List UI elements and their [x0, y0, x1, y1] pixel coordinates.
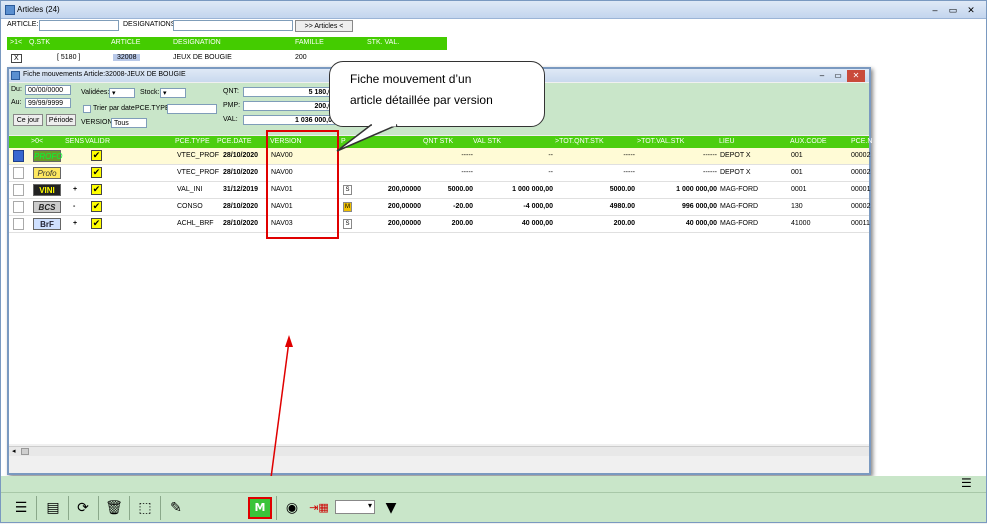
refresh-icon[interactable]: ⟳	[71, 497, 95, 519]
view-icon[interactable]: ◉	[280, 497, 304, 519]
settings-sliders-icon[interactable]: ☰	[961, 476, 972, 490]
status-bar: ☰	[1, 476, 986, 492]
toolbar-separator	[98, 496, 99, 520]
edit-icon[interactable]: ✎	[164, 497, 188, 519]
toolbar-select[interactable]: ▾	[335, 500, 375, 514]
articles-window: Articles (24) – ▭ ✕ ARTICLE: DESIGNATION…	[0, 0, 987, 523]
callout-tail	[336, 123, 398, 152]
delete-icon[interactable]: 🗑	[102, 497, 126, 519]
toolbar-separator	[276, 496, 277, 520]
toolbar-separator	[160, 496, 161, 520]
toolbar-separator	[68, 496, 69, 520]
print-icon[interactable]: ▤	[41, 497, 65, 519]
filter-icon[interactable]: ▼	[379, 497, 403, 519]
export-grid-icon[interactable]: ⇥▦	[307, 497, 331, 519]
toolbar-separator	[129, 496, 130, 520]
toolbar-separator	[36, 496, 37, 520]
select-icon[interactable]: ⬚	[133, 497, 157, 519]
bottom-toolbar: ☰ ▤ ⟳ 🗑 ⬚ ✎ M ◉ ⇥▦ ▾ ▼	[1, 492, 986, 522]
menu-icon[interactable]: ☰	[9, 497, 33, 519]
movement-detail-icon[interactable]: M	[248, 497, 272, 519]
